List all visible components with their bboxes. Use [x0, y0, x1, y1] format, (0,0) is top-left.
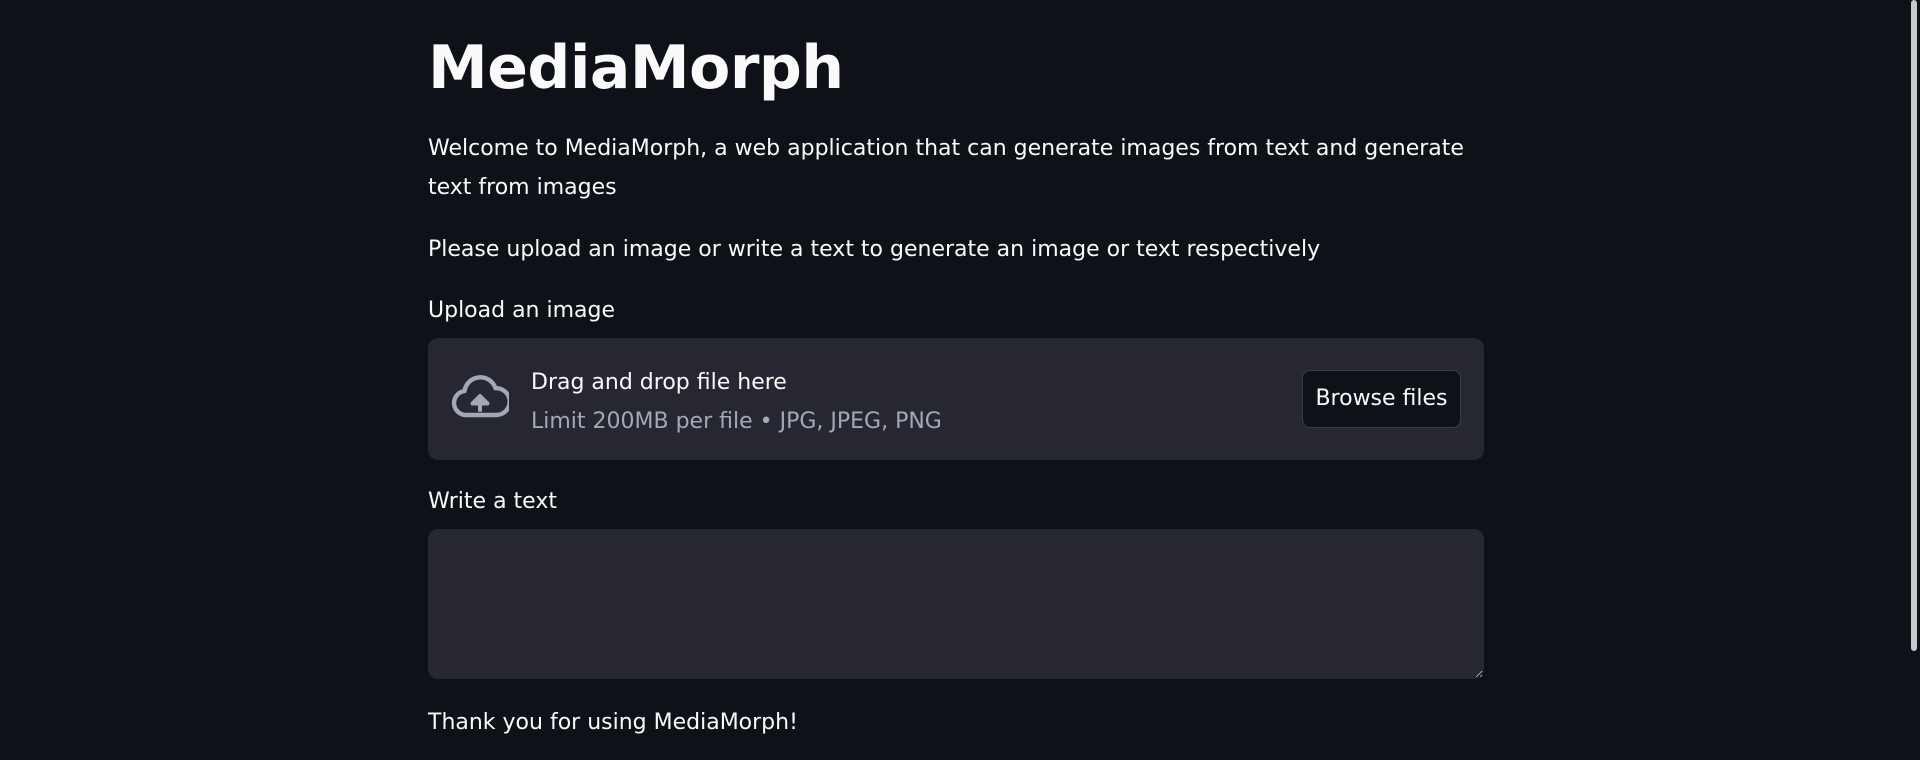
dropzone-instructions: Drag and drop file here: [531, 370, 787, 395]
file-dropzone[interactable]: Drag and drop file here Limit 200MB per …: [428, 338, 1484, 460]
page: MediaMorph Welcome to MediaMorph, a web …: [0, 0, 1920, 760]
text-input[interactable]: [428, 529, 1484, 679]
intro-text: Welcome to MediaMorph, a web application…: [428, 136, 1464, 200]
instructions-text: Please upload an image or write a text t…: [428, 237, 1321, 262]
footer-text: Thank you for using MediaMorph!: [428, 710, 798, 735]
page-title: MediaMorph: [428, 33, 844, 103]
cloud-upload-icon: [451, 375, 509, 418]
dropzone-limits: Limit 200MB per file • JPG, JPEG, PNG: [531, 409, 942, 434]
page-scrollbar[interactable]: [1911, 0, 1917, 651]
upload-label: Upload an image: [428, 298, 616, 323]
text-input-label: Write a text: [428, 489, 557, 514]
browse-files-button[interactable]: Browse files: [1302, 370, 1461, 428]
